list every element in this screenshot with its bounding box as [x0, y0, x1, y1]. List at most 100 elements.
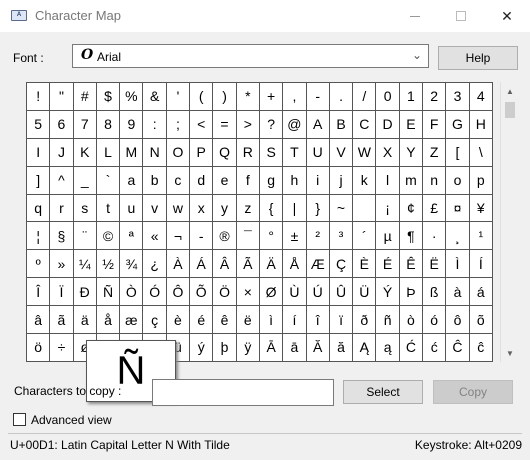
character-cell[interactable]: ó — [423, 306, 447, 335]
character-cell[interactable]: j — [329, 166, 354, 195]
character-cell[interactable]: ¨ — [73, 222, 97, 251]
character-cell[interactable]: 5 — [27, 110, 51, 139]
character-cell[interactable]: / — [353, 83, 377, 111]
character-cell[interactable]: þ — [213, 334, 237, 362]
character-cell[interactable]: 1 — [399, 83, 424, 111]
character-cell[interactable]: k — [353, 166, 377, 195]
character-cell[interactable]: ö — [27, 334, 51, 362]
character-cell[interactable]: 3 — [446, 83, 470, 111]
character-cell[interactable]: ß — [423, 278, 447, 307]
character-cell[interactable]: Ê — [399, 250, 424, 279]
character-cell[interactable]: t — [96, 194, 121, 223]
character-cell[interactable]: [ — [446, 138, 470, 167]
character-cell[interactable]: × — [236, 278, 260, 307]
character-cell[interactable]: ĉ — [469, 334, 493, 362]
character-cell[interactable]: í — [283, 306, 307, 335]
character-cell[interactable]: I — [27, 138, 51, 167]
help-button[interactable]: Help — [438, 46, 518, 70]
character-cell[interactable]: ý — [190, 334, 214, 362]
character-cell[interactable]: { — [259, 194, 284, 223]
character-cell[interactable]: X — [376, 138, 400, 167]
character-cell[interactable]: Ô — [166, 278, 191, 307]
character-cell[interactable]: U — [306, 138, 330, 167]
character-cell[interactable]: | — [283, 194, 307, 223]
character-cell[interactable]: } — [306, 194, 330, 223]
character-cell[interactable]: ã — [50, 306, 74, 335]
character-cell[interactable]: Ð — [73, 278, 97, 307]
character-cell[interactable]: ) — [213, 83, 237, 111]
character-cell[interactable]: r — [50, 194, 74, 223]
character-cell[interactable]: Ñ — [96, 278, 121, 307]
character-cell[interactable]: Õ — [190, 278, 214, 307]
character-cell[interactable]: W — [353, 138, 377, 167]
character-cell[interactable]: ? — [259, 110, 284, 139]
character-cell[interactable]: P — [190, 138, 214, 167]
character-cell[interactable]: ] — [27, 166, 51, 195]
character-cell[interactable]: O — [166, 138, 191, 167]
character-cell[interactable]: Û — [329, 278, 354, 307]
character-grid[interactable]: ! " # $% & '() * +, -./0 1 2 3 4 5 6 7 8 9:; < = >? @ A B C D E F G H… — [26, 82, 493, 362]
character-cell[interactable]: h — [283, 166, 307, 195]
character-cell[interactable]: , — [283, 83, 307, 111]
character-cell[interactable]: d — [190, 166, 214, 195]
character-cell[interactable]: ê — [213, 306, 237, 335]
character-cell[interactable]: ñ — [376, 306, 400, 335]
character-cell[interactable]: - — [306, 83, 330, 111]
character-cell[interactable]: à — [446, 278, 470, 307]
character-cell[interactable]: L — [96, 138, 121, 167]
characters-to-copy-input[interactable] — [152, 379, 334, 406]
character-cell[interactable]: § — [50, 222, 74, 251]
character-cell[interactable]: f — [236, 166, 260, 195]
character-cell[interactable]: : — [143, 110, 167, 139]
character-cell[interactable]: ¢ — [399, 194, 424, 223]
character-cell[interactable]: E — [399, 110, 424, 139]
character-cell[interactable]: å — [96, 306, 121, 335]
character-cell[interactable]: M — [120, 138, 144, 167]
character-cell[interactable]: ¦ — [27, 222, 51, 251]
character-cell[interactable]: ; — [166, 110, 191, 139]
character-cell[interactable]: Ĉ — [446, 334, 470, 362]
character-cell[interactable]: ç — [143, 306, 167, 335]
character-cell[interactable]: â — [27, 306, 51, 335]
character-cell[interactable]: + — [259, 83, 284, 111]
character-cell[interactable]: · — [423, 222, 447, 251]
character-cell[interactable]: õ — [469, 306, 493, 335]
character-cell[interactable]: ¬ — [166, 222, 191, 251]
character-cell[interactable]: ì — [259, 306, 284, 335]
character-cell[interactable]: ¿ — [143, 250, 167, 279]
character-cell[interactable]: µ — [376, 222, 400, 251]
character-cell[interactable]: Ć — [399, 334, 424, 362]
character-cell[interactable]: ~ — [329, 194, 354, 223]
character-cell[interactable]: ÷ — [50, 334, 74, 362]
character-cell[interactable]: . — [329, 83, 354, 111]
character-cell[interactable]: Z — [423, 138, 447, 167]
character-cell[interactable]: 6 — [50, 110, 74, 139]
character-cell[interactable]: " — [50, 83, 74, 111]
character-cell[interactable]: Ù — [283, 278, 307, 307]
character-cell[interactable]: > — [236, 110, 260, 139]
character-cell[interactable]: T — [283, 138, 307, 167]
character-cell[interactable]: \ — [469, 138, 493, 167]
character-cell[interactable]: c — [166, 166, 191, 195]
character-cell[interactable]: Ç — [329, 250, 354, 279]
character-cell[interactable]: b — [143, 166, 167, 195]
character-cell[interactable]: y — [213, 194, 237, 223]
advanced-view-label[interactable]: Advanced view — [31, 413, 112, 427]
character-cell[interactable]: © — [96, 222, 121, 251]
character-cell[interactable]: v — [143, 194, 167, 223]
character-cell[interactable]: J — [50, 138, 74, 167]
character-cell[interactable]: Þ — [399, 278, 424, 307]
character-cell[interactable]: z — [236, 194, 260, 223]
character-cell[interactable]: Ò — [120, 278, 144, 307]
character-cell[interactable] — [353, 194, 377, 223]
font-dropdown[interactable]: O Arial ⌄ — [72, 44, 429, 68]
character-cell[interactable]: £ — [423, 194, 447, 223]
character-cell[interactable]: S — [259, 138, 284, 167]
character-cell[interactable]: x — [190, 194, 214, 223]
character-cell[interactable]: ¡ — [376, 194, 400, 223]
character-cell[interactable]: É — [376, 250, 400, 279]
scroll-down-icon[interactable]: ▼ — [501, 345, 519, 361]
character-cell[interactable]: K — [73, 138, 97, 167]
character-cell[interactable]: ¤ — [446, 194, 470, 223]
character-cell[interactable]: ! — [27, 83, 51, 111]
